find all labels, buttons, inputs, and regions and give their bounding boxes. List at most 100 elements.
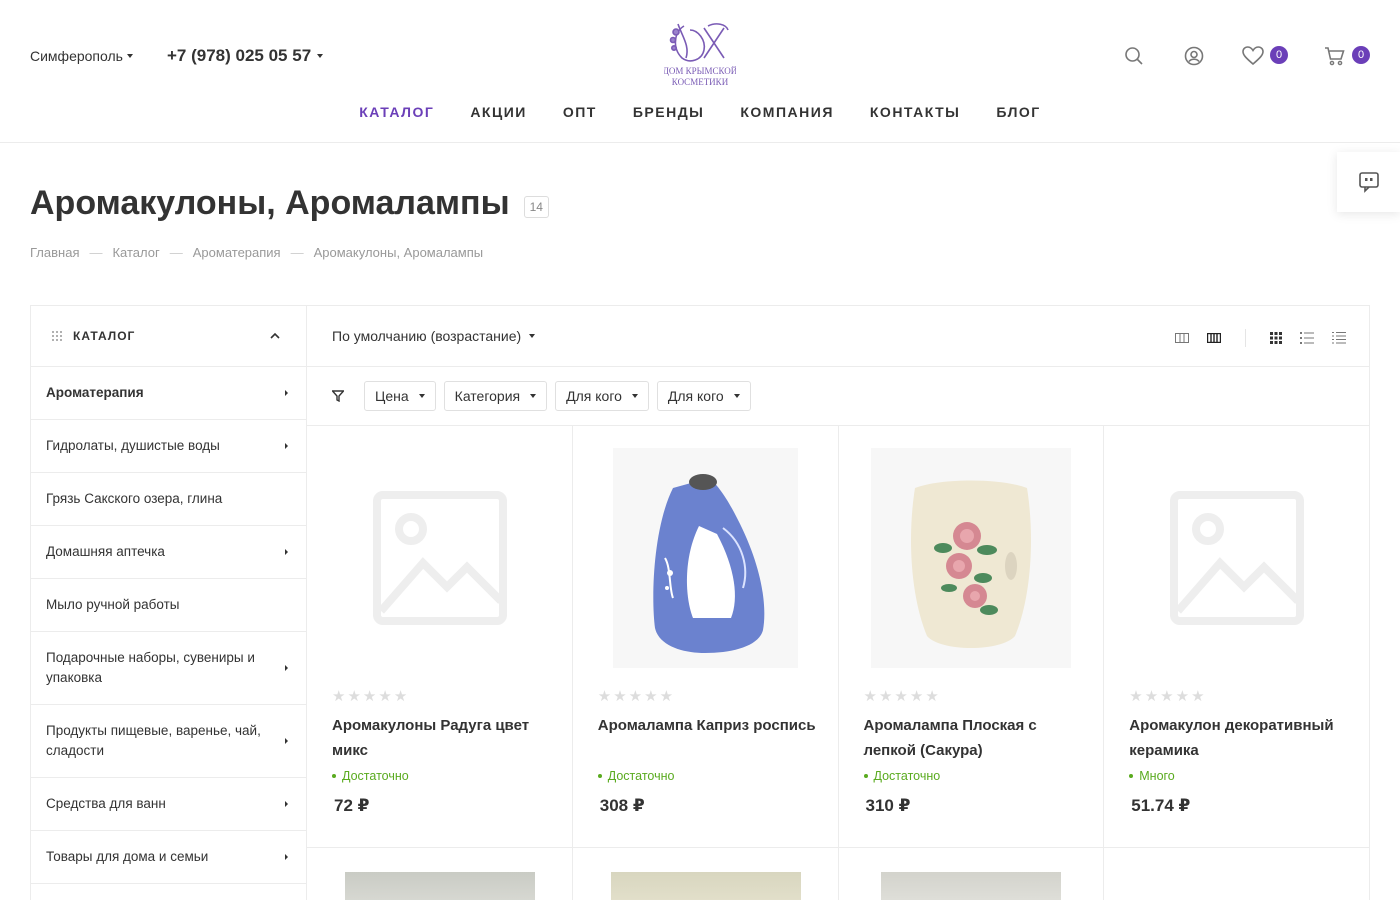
nav-blog[interactable]: БЛОГ — [978, 104, 1058, 120]
chat-widget-button[interactable] — [1337, 152, 1400, 212]
status-dot — [863, 774, 868, 778]
chevron-down-icon — [418, 394, 425, 398]
sidebar-item-hydrolats[interactable]: Гидролаты, душистые воды — [31, 420, 306, 473]
chat-icon — [1358, 172, 1379, 193]
star-icon: ★ — [613, 688, 627, 705]
rating-stars: ★ ★ ★ ★ ★ — [1129, 687, 1204, 705]
chevron-down-icon — [733, 394, 740, 398]
sidebar-item-gift-sets[interactable]: Подарочные наборы, сувениры и упаковка — [31, 632, 306, 705]
filter-icon[interactable] — [332, 390, 344, 402]
catalog-content: По умолчанию (возрастание) Цена Категори… — [307, 306, 1370, 900]
sidebar-item-aromatherapy[interactable]: Ароматерапия — [31, 367, 306, 420]
columns-4-icon[interactable] — [1207, 333, 1221, 343]
favorites-count-badge: 0 — [1270, 46, 1288, 64]
chevron-right-icon — [285, 443, 288, 449]
product-card[interactable] — [573, 848, 839, 900]
filter-label: Для кого — [566, 388, 622, 404]
catalog-sidebar: КАТАЛОГ Ароматерапия Гидролаты, душистые… — [31, 306, 307, 900]
favorites-button[interactable]: 0 — [1242, 44, 1288, 68]
view-switcher — [1175, 329, 1346, 347]
site-header: Симферополь +7 (978) 025 05 57 ДОМ КРЫМС… — [0, 0, 1400, 143]
chevron-right-icon — [285, 665, 288, 671]
stock-label: Много — [1139, 769, 1175, 783]
stock-label: Достаточно — [873, 769, 941, 783]
sidebar-item-bath[interactable]: Средства для ванн — [31, 778, 306, 831]
status-dot — [1129, 774, 1134, 778]
breadcrumb-separator: — — [169, 245, 183, 260]
sidebar-header[interactable]: КАТАЛОГ — [31, 306, 306, 367]
chevron-up-icon — [270, 332, 280, 339]
product-title[interactable]: Аромакулон декоративный керамика — [1129, 713, 1349, 763]
sidebar-item-food[interactable]: Продукты пищевые, варенье, чай, сладости — [31, 705, 306, 778]
product-card[interactable] — [307, 848, 573, 900]
product-card[interactable]: ★ ★ ★ ★ ★ Аромакулоны Радуга цвет микс Доста… — [307, 426, 573, 848]
rating-stars: ★ ★ ★ ★ ★ — [864, 687, 939, 705]
chevron-down-icon — [529, 334, 536, 338]
sidebar-item-home-family[interactable]: Товары для дома и семьи — [31, 831, 306, 884]
sidebar-item-soap[interactable]: Мыло ручной работы — [31, 579, 306, 632]
breadcrumb-home[interactable]: Главная — [30, 245, 79, 260]
sidebar-item-mud-clay[interactable]: Грязь Сакского озера, глина — [31, 473, 306, 526]
filter-bar: Цена Категория Для кого Для кого — [307, 367, 1370, 426]
grid-view-icon[interactable] — [1270, 332, 1282, 344]
filter-for-whom[interactable]: Для кого — [555, 381, 649, 411]
page-title-text: Аромакулоны, Аромалампы — [30, 184, 510, 222]
status-dot — [597, 774, 602, 778]
chevron-right-icon — [285, 801, 288, 807]
star-icon: ★ — [628, 688, 643, 705]
list-view-icon[interactable] — [1300, 332, 1314, 344]
product-title[interactable]: Аромалампа Плоская с лепкой (Сакура) — [864, 713, 1084, 763]
sort-select[interactable]: По умолчанию (возрастание) — [332, 328, 521, 344]
cart-icon — [1325, 47, 1345, 66]
product-image-placeholder[interactable] — [1129, 448, 1344, 668]
cart-button[interactable]: 0 — [1324, 44, 1370, 68]
nav-contacts[interactable]: КОНТАКТЫ — [852, 104, 978, 120]
filter-category[interactable]: Категория — [443, 381, 548, 411]
user-icon[interactable] — [1182, 44, 1206, 68]
product-card[interactable] — [839, 848, 1105, 900]
filter-label: Для кого — [667, 388, 724, 404]
city-selector[interactable]: Симферополь — [30, 48, 133, 64]
breadcrumb-current: Аромакулоны, Аромалампы — [313, 245, 484, 260]
product-card[interactable]: ★ ★ ★ ★ ★ Аромалампа Каприз роспись Достаточ… — [572, 426, 839, 848]
sidebar-item-label: Подарочные наборы, сувениры и упаковка — [46, 650, 255, 685]
product-image[interactable] — [880, 872, 1061, 900]
stock-status: Достаточно — [332, 769, 409, 783]
image-placeholder-icon — [1169, 491, 1304, 625]
product-image[interactable] — [345, 872, 535, 900]
divider — [1245, 329, 1246, 347]
table-view-icon[interactable] — [1332, 332, 1346, 344]
filter-label: Цена — [375, 388, 409, 404]
star-icon: ★ — [894, 688, 908, 705]
product-title[interactable]: Аромалампа Каприз роспись — [598, 713, 818, 738]
nav-company[interactable]: КОМПАНИЯ — [722, 104, 852, 120]
product-image[interactable] — [864, 448, 1079, 668]
columns-3-icon[interactable] — [1175, 333, 1189, 343]
status-dot — [332, 774, 336, 778]
product-title[interactable]: Аромакулоны Радуга цвет микс — [332, 713, 552, 763]
product-card[interactable]: ★ ★ ★ ★ ★ Аромакулон декоративный керамика М… — [1104, 426, 1370, 848]
breadcrumb-aromatherapy[interactable]: Ароматерапия — [193, 245, 281, 260]
product-image[interactable] — [610, 872, 801, 900]
nav-wholesale[interactable]: ОПТ — [545, 104, 615, 120]
product-image-placeholder[interactable] — [332, 448, 547, 668]
nav-brands[interactable]: БРЕНДЫ — [615, 104, 723, 120]
search-icon[interactable] — [1122, 44, 1146, 68]
product-card[interactable] — [1104, 848, 1370, 900]
nav-catalog[interactable]: КАТАЛОГ — [341, 104, 452, 120]
star-icon: ★ — [378, 688, 392, 705]
star-icon: ★ — [597, 688, 612, 705]
product-image[interactable] — [598, 448, 813, 668]
star-icon: ★ — [863, 688, 877, 705]
product-card[interactable]: ★ ★ ★ ★ ★ Аромалампа Плоская с лепкой (Сакур… — [838, 426, 1105, 848]
sidebar-item-home-pharmacy[interactable]: Домашняя аптечка — [31, 526, 306, 579]
star-icon: ★ — [1191, 688, 1205, 705]
filter-for-whom-2[interactable]: Для кого — [656, 381, 751, 411]
filter-price[interactable]: Цена — [364, 381, 436, 411]
nav-promotions[interactable]: АКЦИИ — [452, 104, 545, 120]
sidebar-item-label: Товары для дома и семьи — [46, 849, 209, 864]
site-logo[interactable]: ДОМ КРЫМСКОЙ КОСМЕТИКИ — [663, 18, 738, 88]
phone-selector[interactable]: +7 (978) 025 05 57 — [167, 46, 324, 66]
breadcrumb-catalog[interactable]: Каталог — [112, 245, 159, 260]
breadcrumb: Главная — Каталог — Ароматерапия — Арома… — [30, 245, 483, 260]
